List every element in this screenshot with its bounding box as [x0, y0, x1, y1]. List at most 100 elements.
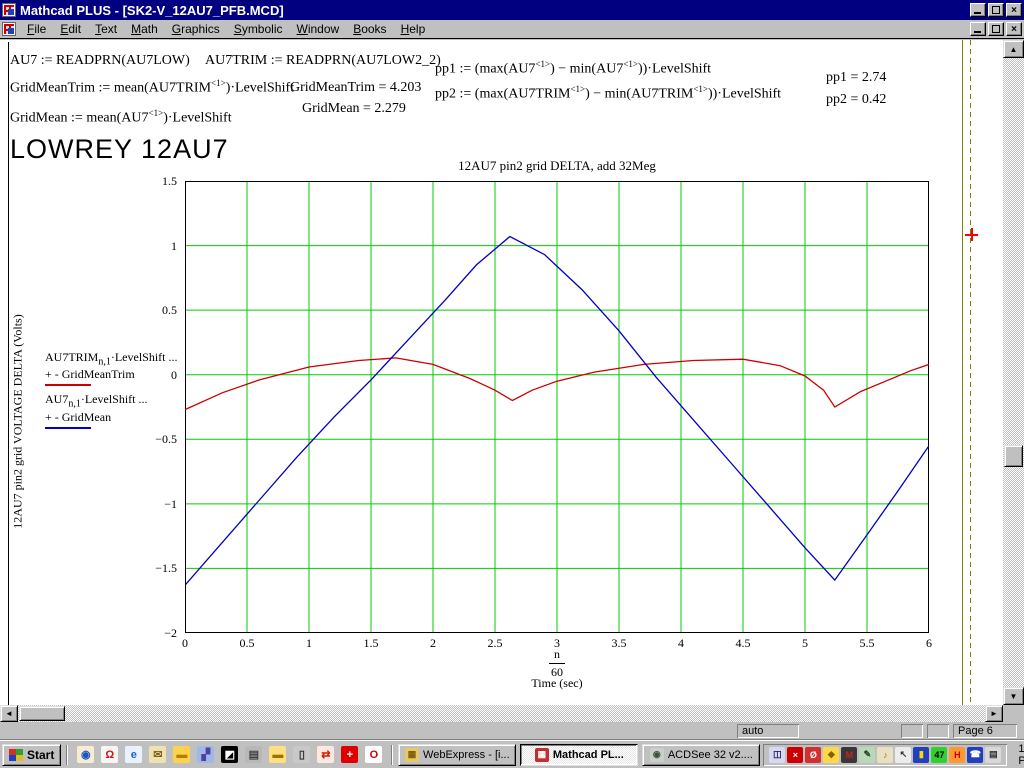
math-region-au7trim[interactable]: AU7TRIM := READPRN(AU7LOW2_2): [205, 53, 441, 69]
math-region-pp1[interactable]: pp1 := (max(AU7<1>) − min(AU7<1>))·Level…: [435, 59, 711, 78]
math-result-pp2[interactable]: pp2 = 0.42: [826, 92, 886, 108]
vertical-scrollbar[interactable]: ▲ ▼: [1003, 40, 1024, 705]
legend-expression: AU7TRIMn,1·LevelShift ...: [45, 350, 178, 368]
task-button-mathcad-task[interactable]: ▦ Mathcad PL...: [520, 743, 639, 766]
x-tick-label: 4: [678, 636, 684, 650]
x-tick-label: 6: [926, 636, 932, 650]
scroll-right-button[interactable]: ►: [985, 705, 1003, 722]
math-region-au7[interactable]: AU7 := READPRN(AU7LOW): [10, 53, 190, 69]
tray-lock-icon[interactable]: ◆: [823, 746, 840, 763]
document-icon[interactable]: [2, 22, 16, 36]
math-result-pp1[interactable]: pp1 = 2.74: [826, 70, 886, 86]
tray-printer-icon[interactable]: ▤: [985, 746, 1002, 763]
xy-plot[interactable]: [185, 181, 929, 633]
scroll-up-button[interactable]: ▲: [1003, 40, 1024, 58]
math-result-gridmeantrim[interactable]: GridMeanTrim = 4.203: [290, 80, 421, 96]
quicklaunch-folder-icon[interactable]: ▬: [173, 746, 191, 763]
start-label: Start: [27, 747, 55, 762]
start-button[interactable]: Start: [2, 743, 62, 766]
horizontal-scroll-thumb[interactable]: [19, 706, 65, 721]
x-tick-label: 2: [430, 636, 436, 650]
scroll-down-button[interactable]: ▼: [1003, 687, 1024, 705]
quicklaunch-media-player-icon[interactable]: ◉: [77, 746, 95, 763]
tray-battery-meter-icon[interactable]: 47: [931, 746, 948, 763]
menu-math[interactable]: Math: [124, 21, 165, 37]
quicklaunch-internet-explorer-icon[interactable]: e: [125, 746, 143, 763]
x-tick-label: 0.5: [239, 636, 255, 650]
quicklaunch-opera-icon[interactable]: O: [365, 746, 383, 763]
menu-items: File Edit Text Math Graphics Symbolic Window Bo…: [20, 21, 970, 37]
tray-volume-icon[interactable]: ♪: [877, 746, 894, 763]
menu-graphics[interactable]: Graphics: [165, 21, 227, 37]
tray-antivirus-icon[interactable]: M: [841, 746, 858, 763]
math-region-pp2[interactable]: pp2 := (max(AU7TRIM<1>) − min(AU7TRIM<1>…: [435, 84, 781, 103]
status-field-3: [927, 724, 949, 738]
task-label: Mathcad PL...: [552, 748, 624, 761]
tray-pointer-icon[interactable]: ↖: [895, 746, 912, 763]
menu-bar: File Edit Text Math Graphics Symbolic Window Bo…: [0, 20, 1024, 39]
minimize-button[interactable]: [970, 3, 986, 17]
menu-window[interactable]: Window: [290, 21, 347, 37]
x-tick-label: 1.5: [363, 636, 379, 650]
taskbar-separator: [66, 744, 69, 765]
quicklaunch-mail-icon[interactable]: ✉: [149, 746, 167, 763]
arrow-left-icon: ◄: [5, 709, 13, 718]
quicklaunch-graphics-app-icon[interactable]: ▞: [197, 746, 215, 763]
tray-notes-icon[interactable]: ✎: [859, 746, 876, 763]
x-tick-label: 2.5: [487, 636, 503, 650]
restore-button[interactable]: [988, 3, 1004, 17]
quicklaunch-sync-arrows-icon[interactable]: ⇄: [317, 746, 335, 763]
chart-title: 12AU7 pin2 grid DELTA, add 32Meg: [458, 158, 656, 173]
menu-text[interactable]: Text: [88, 21, 124, 37]
tray-alert-icon[interactable]: ×: [787, 746, 804, 763]
task-button-webexpress[interactable]: ▦ WebExpress - [i...: [398, 743, 517, 766]
x-tick-label: 1: [306, 636, 312, 650]
tray-power-icon[interactable]: ▮: [913, 746, 930, 763]
scroll-left-button[interactable]: ◄: [0, 705, 18, 722]
quicklaunch-console-icon[interactable]: ◩: [221, 746, 239, 763]
y-tick-label: −1: [164, 496, 177, 511]
mathcad-app-icon[interactable]: [2, 3, 16, 17]
doc-close-button[interactable]: ×: [1006, 22, 1022, 36]
acdsee-icon: ◉: [649, 747, 664, 762]
math-region-gridmean[interactable]: GridMean := mean(AU7<1>)·LevelShift: [10, 108, 232, 127]
fraction-bar: [549, 663, 565, 664]
menu-file[interactable]: File: [20, 21, 53, 37]
x-axis-caption: Time (sec): [531, 676, 583, 690]
quicklaunch-pda-icon[interactable]: ▯: [293, 746, 311, 763]
horizontal-scrollbar[interactable]: ◄ ►: [0, 705, 1003, 722]
quicklaunch-first-aid-icon[interactable]: +: [341, 746, 359, 763]
y-tick-label: 0.5: [162, 303, 177, 318]
quicklaunch-device-icon[interactable]: ▤: [245, 746, 263, 763]
tray-hotsync-icon[interactable]: H: [949, 746, 966, 763]
tray-block-icon[interactable]: Ø: [805, 746, 822, 763]
menu-help[interactable]: Help: [394, 21, 433, 37]
tray-scheduler-icon[interactable]: ◫: [769, 746, 786, 763]
task-button-acdsee[interactable]: ◉ ACDSee 32 v2....: [642, 743, 761, 766]
math-region-gridmeantrim[interactable]: GridMeanTrim := mean(AU7TRIM<1>)·LevelSh…: [10, 78, 294, 97]
page-number-field: Page 6: [953, 724, 1017, 738]
menu-symbolic[interactable]: Symbolic: [227, 21, 290, 37]
fraction-numerator: n: [554, 647, 560, 661]
quicklaunch-red-logo-icon[interactable]: Ω: [101, 746, 119, 763]
insertion-crosshair-icon: [965, 228, 978, 241]
webexpress-icon: ▦: [405, 747, 420, 762]
superscript: <1>: [148, 108, 164, 118]
doc-restore-icon: [992, 25, 1000, 33]
menu-edit[interactable]: Edit: [53, 21, 88, 37]
quick-launch-bar: ◉ Ωe ✉ ▬ ▞ ◩ ▤ ▬ ▯ ⇄ + O: [73, 746, 386, 763]
x-tick-label: 5.5: [859, 636, 875, 650]
tray-dialup-icon[interactable]: ☎: [967, 746, 984, 763]
window-title: Mathcad PLUS - [SK2-V_12AU7_PFB.MCD]: [20, 2, 284, 18]
worksheet[interactable]: AU7 := READPRN(AU7LOW) AU7TRIM := READPR…: [0, 40, 1003, 705]
page-margin-line: [8, 42, 9, 705]
vertical-scroll-thumb[interactable]: [1004, 445, 1023, 467]
legend-trace-swatch: [45, 384, 91, 387]
quicklaunch-open-folder-icon[interactable]: ▬: [269, 746, 287, 763]
x-tick-label: 3.5: [611, 636, 627, 650]
doc-restore-button[interactable]: [988, 22, 1004, 36]
close-button[interactable]: ×: [1006, 3, 1022, 17]
math-result-gridmean[interactable]: GridMean = 2.279: [302, 101, 406, 117]
doc-minimize-button[interactable]: [970, 22, 986, 36]
menu-books[interactable]: Books: [346, 21, 393, 37]
